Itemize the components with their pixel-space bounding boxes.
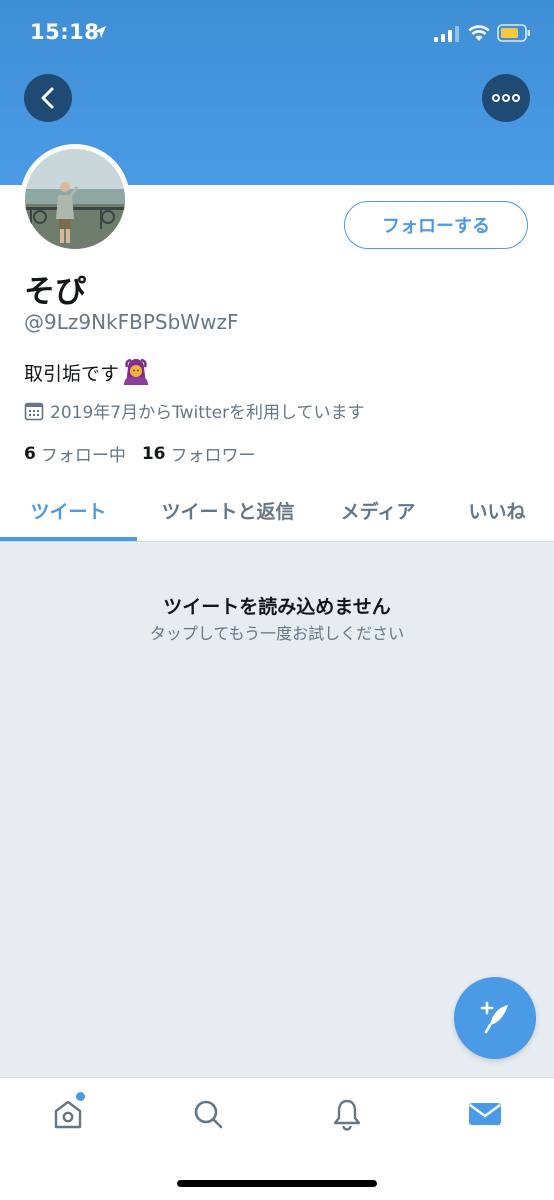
- back-button[interactable]: [24, 74, 72, 122]
- tab-likes[interactable]: いいね: [440, 480, 554, 540]
- error-title[interactable]: ツイートを読み込めません: [0, 592, 554, 619]
- avatar[interactable]: [20, 144, 130, 254]
- status-bar: 15:18: [0, 0, 554, 66]
- notifications-icon: [333, 1099, 361, 1131]
- following-count[interactable]: 6: [24, 444, 36, 464]
- calendar-icon: [24, 402, 44, 420]
- joined-row: 2019年7月からTwitterを利用しています: [24, 398, 365, 423]
- joined-date: 2019年7月からTwitterを利用しています: [50, 403, 365, 423]
- home-icon: [54, 1100, 82, 1129]
- nav-search[interactable]: [188, 1094, 228, 1134]
- messages-icon: [469, 1103, 501, 1125]
- following-label[interactable]: フォロー中: [41, 441, 126, 466]
- follow-button[interactable]: フォローする: [344, 201, 528, 249]
- cellular-signal-icon: [434, 26, 459, 42]
- home-indicator: [177, 1180, 377, 1187]
- followers-count[interactable]: 16: [142, 444, 166, 464]
- handle: @9Lz9NkFBPSbWwzF: [24, 310, 239, 334]
- battery-icon: [497, 24, 530, 42]
- person-gesturing-ok-icon: [124, 358, 149, 385]
- location-arrow-icon: [94, 26, 106, 38]
- more-dots-icon: [492, 94, 520, 102]
- search-icon: [194, 1100, 223, 1129]
- more-options-button[interactable]: [482, 74, 530, 122]
- chevron-left-icon: [41, 87, 54, 109]
- compose-feather-icon: [480, 1001, 508, 1034]
- tab-tweets[interactable]: ツイート: [0, 480, 137, 540]
- wifi-icon: [468, 25, 490, 41]
- tab-tweets-and-replies[interactable]: ツイートと返信: [140, 480, 316, 540]
- error-subtitle[interactable]: タップしてもう一度お試しください: [0, 620, 554, 644]
- home-notification-dot: [76, 1092, 85, 1101]
- tab-media[interactable]: メディア: [320, 480, 436, 540]
- display-name: そぴ: [24, 274, 86, 310]
- nav-messages[interactable]: [465, 1094, 505, 1134]
- avatar-photo: [25, 149, 125, 249]
- nav-notifications[interactable]: [327, 1094, 367, 1134]
- profile-tabs: ツイート ツイートと返信 メディア いいね: [0, 480, 554, 542]
- stats-row: 6 フォロー中 16 フォロワー: [24, 441, 272, 467]
- compose-tweet-button[interactable]: [454, 977, 536, 1059]
- bio-row: 取引垢です: [24, 356, 151, 388]
- followers-label[interactable]: フォロワー: [171, 441, 256, 466]
- bio-text: 取引垢です: [24, 362, 120, 385]
- active-tab-indicator: [0, 537, 137, 541]
- status-time: 15:18: [30, 20, 100, 44]
